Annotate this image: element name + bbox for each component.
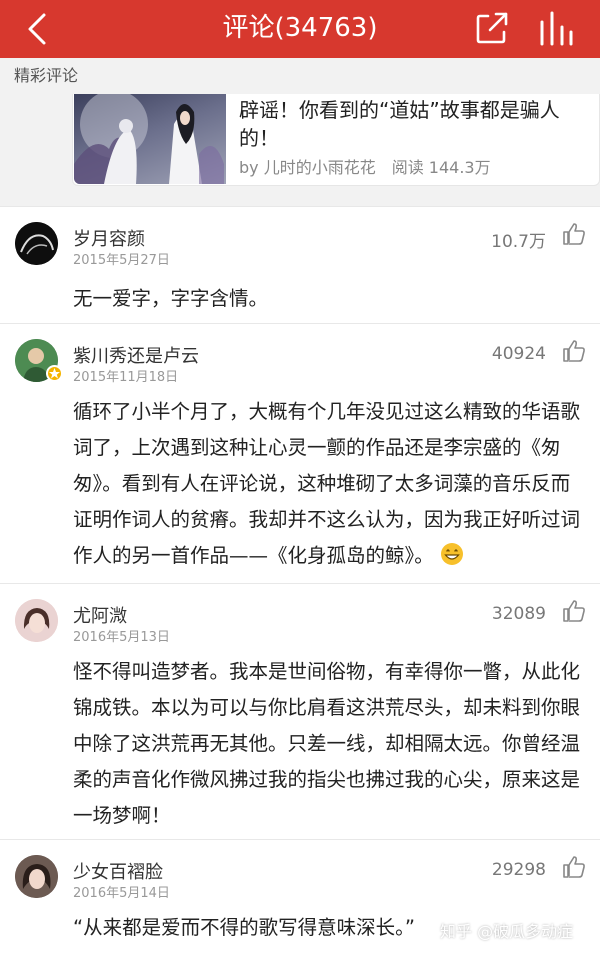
avatar[interactable] <box>15 855 58 898</box>
thumbs-up-icon[interactable] <box>562 855 586 879</box>
comment-text-content: 循环了小半个月了，大概有个几年没见过这么精致的华语歌词了，上次遇到这种让心灵一颤… <box>73 400 581 567</box>
comment-date: 2016年5月13日 <box>73 630 170 645</box>
comment-date: 2015年11月18日 <box>73 370 179 385</box>
username[interactable]: 少女百褶脸 <box>73 858 163 884</box>
comment-text: 无一爱字，字字含情。 <box>73 287 269 310</box>
grin-emoji-icon <box>440 543 463 565</box>
vip-badge <box>46 365 63 382</box>
thumbs-up-icon[interactable] <box>562 599 586 623</box>
comment-date: 2015年5月27日 <box>73 253 170 268</box>
comment-date: 2016年5月14日 <box>73 886 170 901</box>
thumbs-up-icon[interactable] <box>562 339 586 363</box>
article-card[interactable]: 辟谣！你看到的“道姑”故事都是骗人的！ by 儿时的小雨花花 阅读 144.3万 <box>72 94 600 186</box>
top-bar: 评论(34763) <box>0 0 600 58</box>
article-area: 辟谣！你看到的“道姑”故事都是骗人的！ by 儿时的小雨花花 阅读 144.3万 <box>0 94 600 206</box>
thumbs-up-icon[interactable] <box>562 222 586 246</box>
username[interactable]: 紫川秀还是卢云 <box>73 342 199 368</box>
page-title: 评论(34763) <box>222 13 378 43</box>
watermark: 知乎 @破瓜多动症 <box>440 922 574 941</box>
avatar[interactable] <box>15 599 58 642</box>
comment-item: 尤阿溦 2016年5月13日 32089 怪不得叫造梦者。我本是世间俗物，有幸得… <box>0 583 600 839</box>
like-count: 29298 <box>491 860 546 880</box>
username[interactable]: 尤阿溦 <box>73 602 127 628</box>
article-thumbnail <box>74 94 226 184</box>
comment-item: 紫川秀还是卢云 2015年11月18日 40924 循环了小半个月了，大概有个几… <box>0 323 600 583</box>
like-count: 40924 <box>491 344 546 364</box>
article-meta: by 儿时的小雨花花 阅读 144.3万 <box>239 154 491 178</box>
comment-text: 怪不得叫造梦者。我本是世间俗物，有幸得你一瞥，从此化锦成铁。本以为可以与你比肩看… <box>73 660 581 827</box>
section-header: 精彩评论 <box>0 58 600 94</box>
like-count: 10.7万 <box>491 232 546 252</box>
comment-text: 循环了小半个月了，大概有个几年没见过这么精致的华语歌词了，上次遇到这种让心灵一颤… <box>73 394 588 574</box>
avatar[interactable] <box>15 222 58 265</box>
like-count: 32089 <box>491 604 546 624</box>
article-author: by 儿时的小雨花花 <box>239 158 376 177</box>
share-icon[interactable] <box>474 10 510 46</box>
stats-icon[interactable] <box>536 10 574 46</box>
article-title: 辟谣！你看到的“道姑”故事都是骗人的！ <box>239 98 560 150</box>
username[interactable]: 岁月容颜 <box>73 225 145 251</box>
article-reads: 阅读 144.3万 <box>391 158 491 177</box>
comment-item: 岁月容颜 2015年5月27日 10.7万 无一爱字，字字含情。 <box>0 206 600 323</box>
